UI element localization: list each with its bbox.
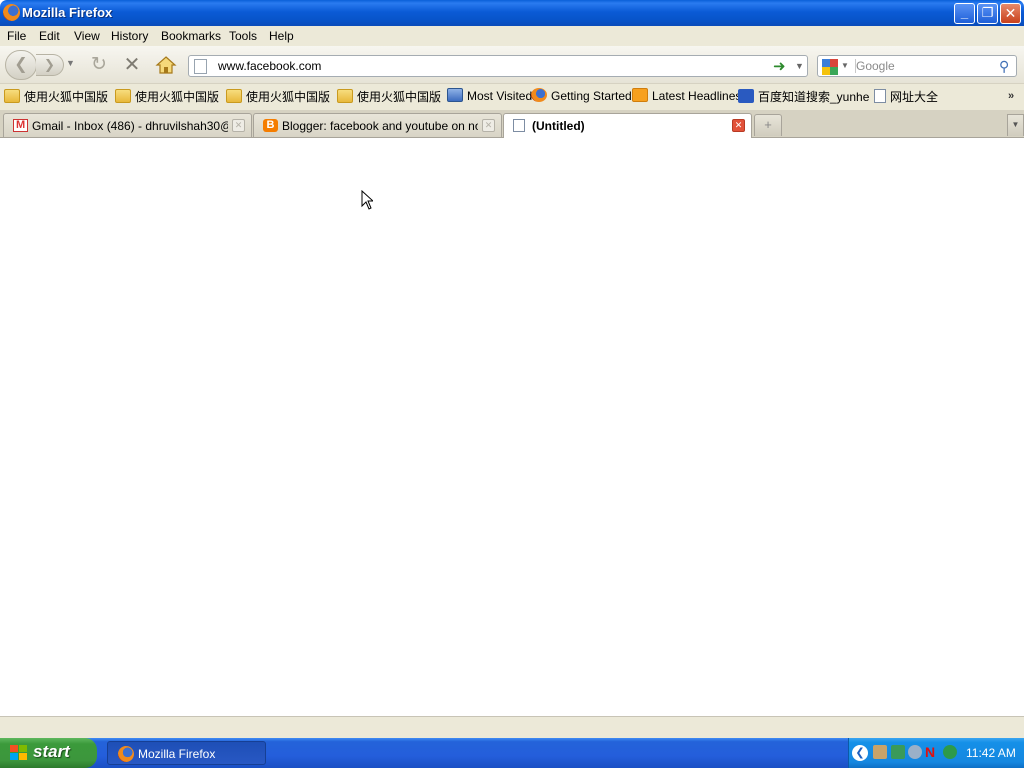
back-button[interactable]: ❮ [5,50,37,80]
search-input[interactable]: Google [855,59,895,73]
tab-close-icon[interactable]: ✕ [232,119,245,132]
bookmarks-overflow-chevron-icon[interactable]: » [1008,90,1014,102]
rss-icon [632,88,648,102]
folder-icon [226,89,242,103]
page-content[interactable] [0,138,1024,716]
history-dropdown-icon[interactable]: ▼ [66,58,75,68]
start-label: start [33,742,70,761]
url-bar[interactable]: www.facebook.com ➜ ▼ [188,55,808,77]
tab-strip: Gmail - Inbox (486) - dhruvilshah30@g...… [0,110,1024,138]
bookmark-item[interactable]: 使用火狐中国版 [4,88,108,106]
firefox-icon [531,88,547,102]
tray-app-icon[interactable] [908,745,922,759]
windows-flag-icon [10,745,27,760]
menu-view[interactable]: View [74,29,100,43]
stop-button[interactable]: ✕ [121,54,143,76]
go-arrow-icon[interactable]: ➜ [773,57,786,75]
window-titlebar[interactable]: Mozilla Firefox _ ❐ ✕ [0,0,1024,26]
status-bar [0,716,1024,738]
bookmark-wangzhi[interactable]: 网址大全 [874,88,938,106]
window-title: Mozilla Firefox [22,5,113,20]
system-tray: ❮ N 11:42 AM [848,738,1024,768]
blank-page-icon [194,59,207,74]
restore-button[interactable]: ❐ [977,3,998,24]
taskbar-window-label: Mozilla Firefox [138,747,216,761]
most-visited-icon [447,88,463,102]
search-engine-dropdown-icon[interactable]: ▼ [841,61,849,70]
bookmark-item[interactable]: 使用火狐中国版 [337,88,441,106]
google-engine-icon[interactable] [822,59,838,75]
tab-blogger[interactable]: B Blogger: facebook and youtube on nov..… [253,113,502,137]
gmail-icon [13,119,28,132]
tray-app-icon[interactable] [891,745,905,759]
tab-untitled[interactable]: (Untitled) ✕ [503,113,752,138]
page-icon [874,89,886,103]
minimize-button[interactable]: _ [954,3,975,24]
home-icon [155,56,177,74]
clock[interactable]: 11:42 AM [966,746,1016,760]
folder-icon [4,89,20,103]
menu-file[interactable]: File [7,29,26,43]
windows-taskbar: start Mozilla Firefox ❮ N 11:42 AM [0,738,1024,768]
bookmark-getting-started[interactable]: Getting Started [531,88,632,106]
blank-page-icon [513,119,525,132]
menu-edit[interactable]: Edit [39,29,60,43]
url-input[interactable]: www.facebook.com [218,59,321,73]
menu-tools[interactable]: Tools [229,29,257,43]
folder-icon [115,89,131,103]
tray-app-icon[interactable] [873,745,887,759]
folder-icon [337,89,353,103]
new-tab-button[interactable]: + [754,114,782,136]
start-button[interactable]: start [0,738,97,768]
menu-bookmarks[interactable]: Bookmarks [161,29,221,43]
firefox-icon [3,4,20,21]
bookmarks-toolbar: 使用火狐中国版 使用火狐中国版 使用火狐中国版 使用火狐中国版 Most Vis… [0,84,1024,110]
menu-help[interactable]: Help [269,29,294,43]
tab-gmail[interactable]: Gmail - Inbox (486) - dhruvilshah30@g...… [3,113,252,137]
menu-history[interactable]: History [111,29,148,43]
baidu-paw-icon [738,89,754,103]
magnifier-icon[interactable]: ⚲ [999,58,1009,75]
firefox-icon [118,746,134,762]
taskbar-firefox-button[interactable]: Mozilla Firefox [107,741,266,765]
forward-button[interactable]: ❯ [36,54,64,76]
search-bar[interactable]: ▼ Google ⚲ [817,55,1017,77]
blogger-icon: B [263,119,278,132]
show-hidden-icons-chevron-icon[interactable]: ❮ [852,745,868,761]
menu-bar: File Edit View History Bookmarks Tools H… [0,26,1024,46]
bookmark-latest-headlines[interactable]: Latest Headlines [632,88,741,106]
mouse-pointer-icon [361,190,373,210]
bookmark-item[interactable]: 使用火狐中国版 [115,88,219,106]
home-button[interactable] [155,54,177,76]
reload-button[interactable]: ↻ [88,54,110,76]
bookmark-most-visited[interactable]: Most Visited [447,88,532,106]
tray-n-icon[interactable]: N [925,745,939,759]
list-all-tabs-button[interactable]: ▼ [1007,114,1024,136]
bookmark-item[interactable]: 使用火狐中国版 [226,88,330,106]
tab-close-icon[interactable]: ✕ [732,119,745,132]
close-window-button[interactable]: ✕ [1000,3,1021,24]
tab-close-icon[interactable]: ✕ [482,119,495,132]
url-history-dropdown-icon[interactable]: ▼ [795,61,804,71]
tray-network-icon[interactable] [943,745,957,759]
bookmark-baidu[interactable]: 百度知道搜索_yunhe [738,88,869,106]
